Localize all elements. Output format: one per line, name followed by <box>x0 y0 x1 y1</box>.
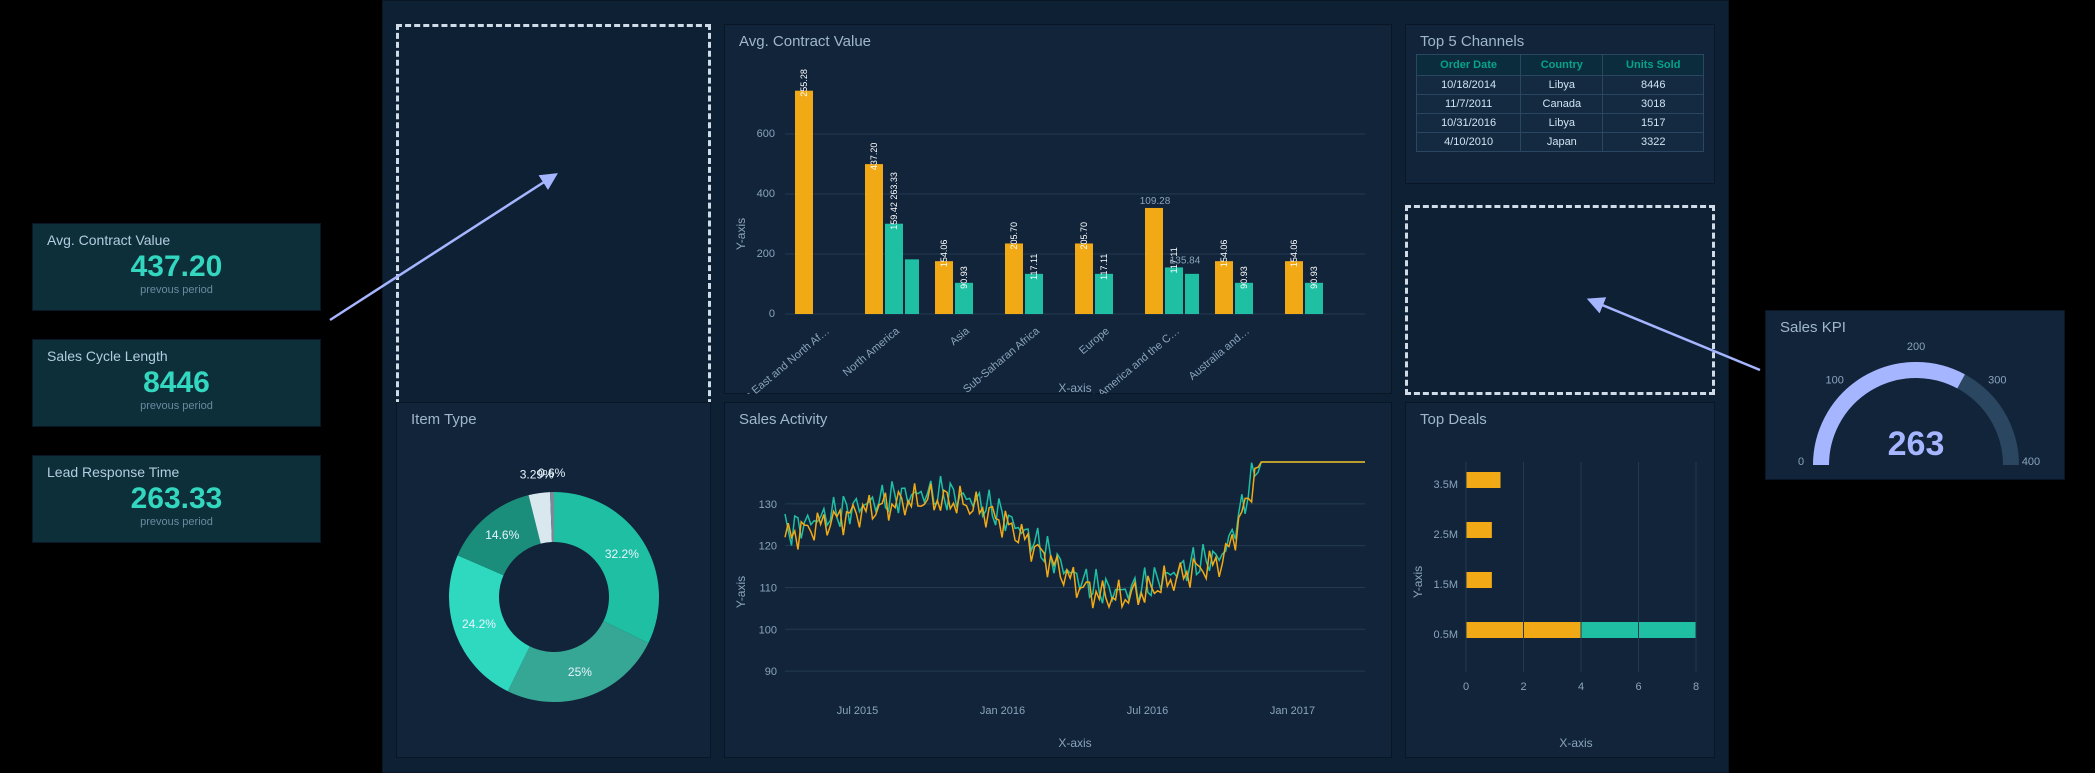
kpi-sub: prevous period <box>47 516 306 528</box>
svg-text:200: 200 <box>1907 341 1925 353</box>
svg-text:117.11: 117.11 <box>1099 254 1109 280</box>
hbar-svg: Y-axis 3.5M 2.5M 1.5M 0.5M 0 2 4 6 8 X-axis <box>1406 432 1716 752</box>
svg-text:14.6%: 14.6% <box>485 528 519 542</box>
svg-text:300: 300 <box>1988 375 2006 387</box>
svg-text:0.5M: 0.5M <box>1434 629 1458 641</box>
svg-text:24.2%: 24.2% <box>462 617 496 631</box>
panel-top-5-channels[interactable]: Top 5 Channels Order DateCountryUnits So… <box>1405 24 1715 184</box>
svg-text:Australia and…: Australia and… <box>1187 325 1252 383</box>
svg-text:437.20: 437.20 <box>869 143 879 171</box>
svg-text:3.5M: 3.5M <box>1434 479 1458 491</box>
svg-text:1.5M: 1.5M <box>1434 579 1458 591</box>
svg-text:263: 263 <box>1888 425 1945 463</box>
chart-title: Top 5 Channels <box>1406 25 1714 54</box>
svg-text:90.93: 90.93 <box>1239 266 1249 289</box>
svg-text:6: 6 <box>1635 681 1641 693</box>
bar-chart-svg: Y-axis 0 200 400 600 255.28 437.20 159.42 … <box>725 54 1393 394</box>
kpi-value: 437.20 <box>47 250 306 284</box>
chart-title: Top Deals <box>1406 403 1714 432</box>
svg-text:205.70: 205.70 <box>1009 222 1019 250</box>
kpi-sales-cycle-length[interactable]: Sales Cycle Length 8446 prevous period <box>32 339 321 427</box>
svg-text:90.93: 90.93 <box>1309 266 1319 289</box>
svg-text:Jul 2016: Jul 2016 <box>1127 705 1169 717</box>
svg-text:Y-axis: Y-axis <box>734 576 748 608</box>
svg-text:90.93: 90.93 <box>959 266 969 289</box>
kpi-label: Lead Response Time <box>47 464 306 480</box>
svg-text:135.84: 135.84 <box>1170 255 1201 266</box>
svg-text:159.42 263.33: 159.42 263.33 <box>889 172 899 230</box>
svg-text:120: 120 <box>759 541 777 553</box>
svg-text:400: 400 <box>2022 456 2040 468</box>
svg-text:100: 100 <box>759 624 777 636</box>
kpi-value: 263.33 <box>47 482 306 516</box>
kpi-label: Sales Cycle Length <box>47 348 306 364</box>
svg-text:4: 4 <box>1578 681 1584 693</box>
kpi-sub: prevous period <box>47 400 306 412</box>
svg-text:154.06: 154.06 <box>1219 240 1229 268</box>
svg-text:25%: 25% <box>568 665 592 679</box>
kpi-label: Avg. Contract Value <box>47 232 306 248</box>
kpi-lead-response-time[interactable]: Lead Response Time 263.33 prevous period <box>32 455 321 543</box>
svg-text:Jan 2017: Jan 2017 <box>1270 705 1315 717</box>
svg-text:0.6%: 0.6% <box>538 466 566 480</box>
chart-avg-contract-value[interactable]: Avg. Contract Value Y-axis 0 200 400 600… <box>724 24 1392 394</box>
chart-item-type[interactable]: Item Type 32.2%25%24.2%14.6%3.29%0.6% <box>396 402 711 758</box>
svg-text:130: 130 <box>759 499 777 511</box>
svg-text:Y-axis: Y-axis <box>1411 566 1425 598</box>
svg-text:2.5M: 2.5M <box>1434 529 1458 541</box>
channels-table: Order DateCountryUnits Sold 10/18/2014Li… <box>1416 54 1704 152</box>
svg-text:X-axis: X-axis <box>1559 736 1592 750</box>
svg-text:Jan 2016: Jan 2016 <box>980 705 1025 717</box>
kpi-avg-contract-value[interactable]: Avg. Contract Value 437.20 prevous perio… <box>32 223 321 311</box>
svg-text:109.28: 109.28 <box>1140 196 1171 207</box>
svg-text:Y-axis: Y-axis <box>734 218 748 250</box>
svg-text:154.06: 154.06 <box>939 240 949 268</box>
svg-text:Jul 2015: Jul 2015 <box>837 705 879 717</box>
svg-text:117.11: 117.11 <box>1029 254 1039 280</box>
svg-text:2: 2 <box>1520 681 1526 693</box>
svg-text:Sub-Saharan Africa: Sub-Saharan Africa <box>961 325 1042 394</box>
svg-text:Europe: Europe <box>1077 325 1112 357</box>
svg-text:0: 0 <box>1798 456 1804 468</box>
svg-text:100: 100 <box>1826 375 1844 387</box>
chart-title: Item Type <box>397 403 710 432</box>
gauge-svg: 263 0 100 200 300 400 <box>1766 340 2066 480</box>
svg-text:0: 0 <box>1463 681 1469 693</box>
svg-text:Middle East and North Af…: Middle East and North Af… <box>725 325 832 394</box>
svg-text:0: 0 <box>769 308 775 320</box>
kpi-value: 8446 <box>47 366 306 400</box>
line-chart-svg: Y-axis 90 100 110 120 130 Jul 2015 Jan 2016 Ju… <box>725 432 1393 752</box>
svg-text:North America: North America <box>841 325 903 380</box>
svg-text:Asia: Asia <box>948 325 973 349</box>
kpi-sub: prevous period <box>47 284 306 296</box>
chart-title: Sales KPI <box>1766 311 2064 340</box>
svg-text:90: 90 <box>765 666 777 678</box>
svg-text:600: 600 <box>757 128 775 140</box>
chart-title: Avg. Contract Value <box>725 25 1391 54</box>
panel-sales-kpi[interactable]: Sales KPI 263 0 100 200 300 400 <box>1765 310 2065 480</box>
svg-text:X-axis: X-axis <box>1058 381 1091 394</box>
chart-title: Sales Activity <box>725 403 1391 432</box>
donut-svg: 32.2%25%24.2%14.6%3.29%0.6% <box>397 432 712 752</box>
svg-text:X-axis: X-axis <box>1058 736 1091 750</box>
chart-top-deals[interactable]: Top Deals Y-axis 3.5M 2.5M 1.5M 0.5M 0 2 4 6 8 … <box>1405 402 1715 758</box>
svg-text:205.70: 205.70 <box>1079 222 1089 250</box>
svg-text:255.28: 255.28 <box>799 69 809 97</box>
svg-text:8: 8 <box>1693 681 1699 693</box>
svg-text:400: 400 <box>757 188 775 200</box>
chart-sales-activity[interactable]: Sales Activity Y-axis 90 100 110 120 130 Jul… <box>724 402 1392 758</box>
svg-text:32.2%: 32.2% <box>605 547 639 561</box>
svg-text:200: 200 <box>757 248 775 260</box>
svg-text:110: 110 <box>759 582 777 594</box>
svg-text:154.06: 154.06 <box>1289 240 1299 268</box>
